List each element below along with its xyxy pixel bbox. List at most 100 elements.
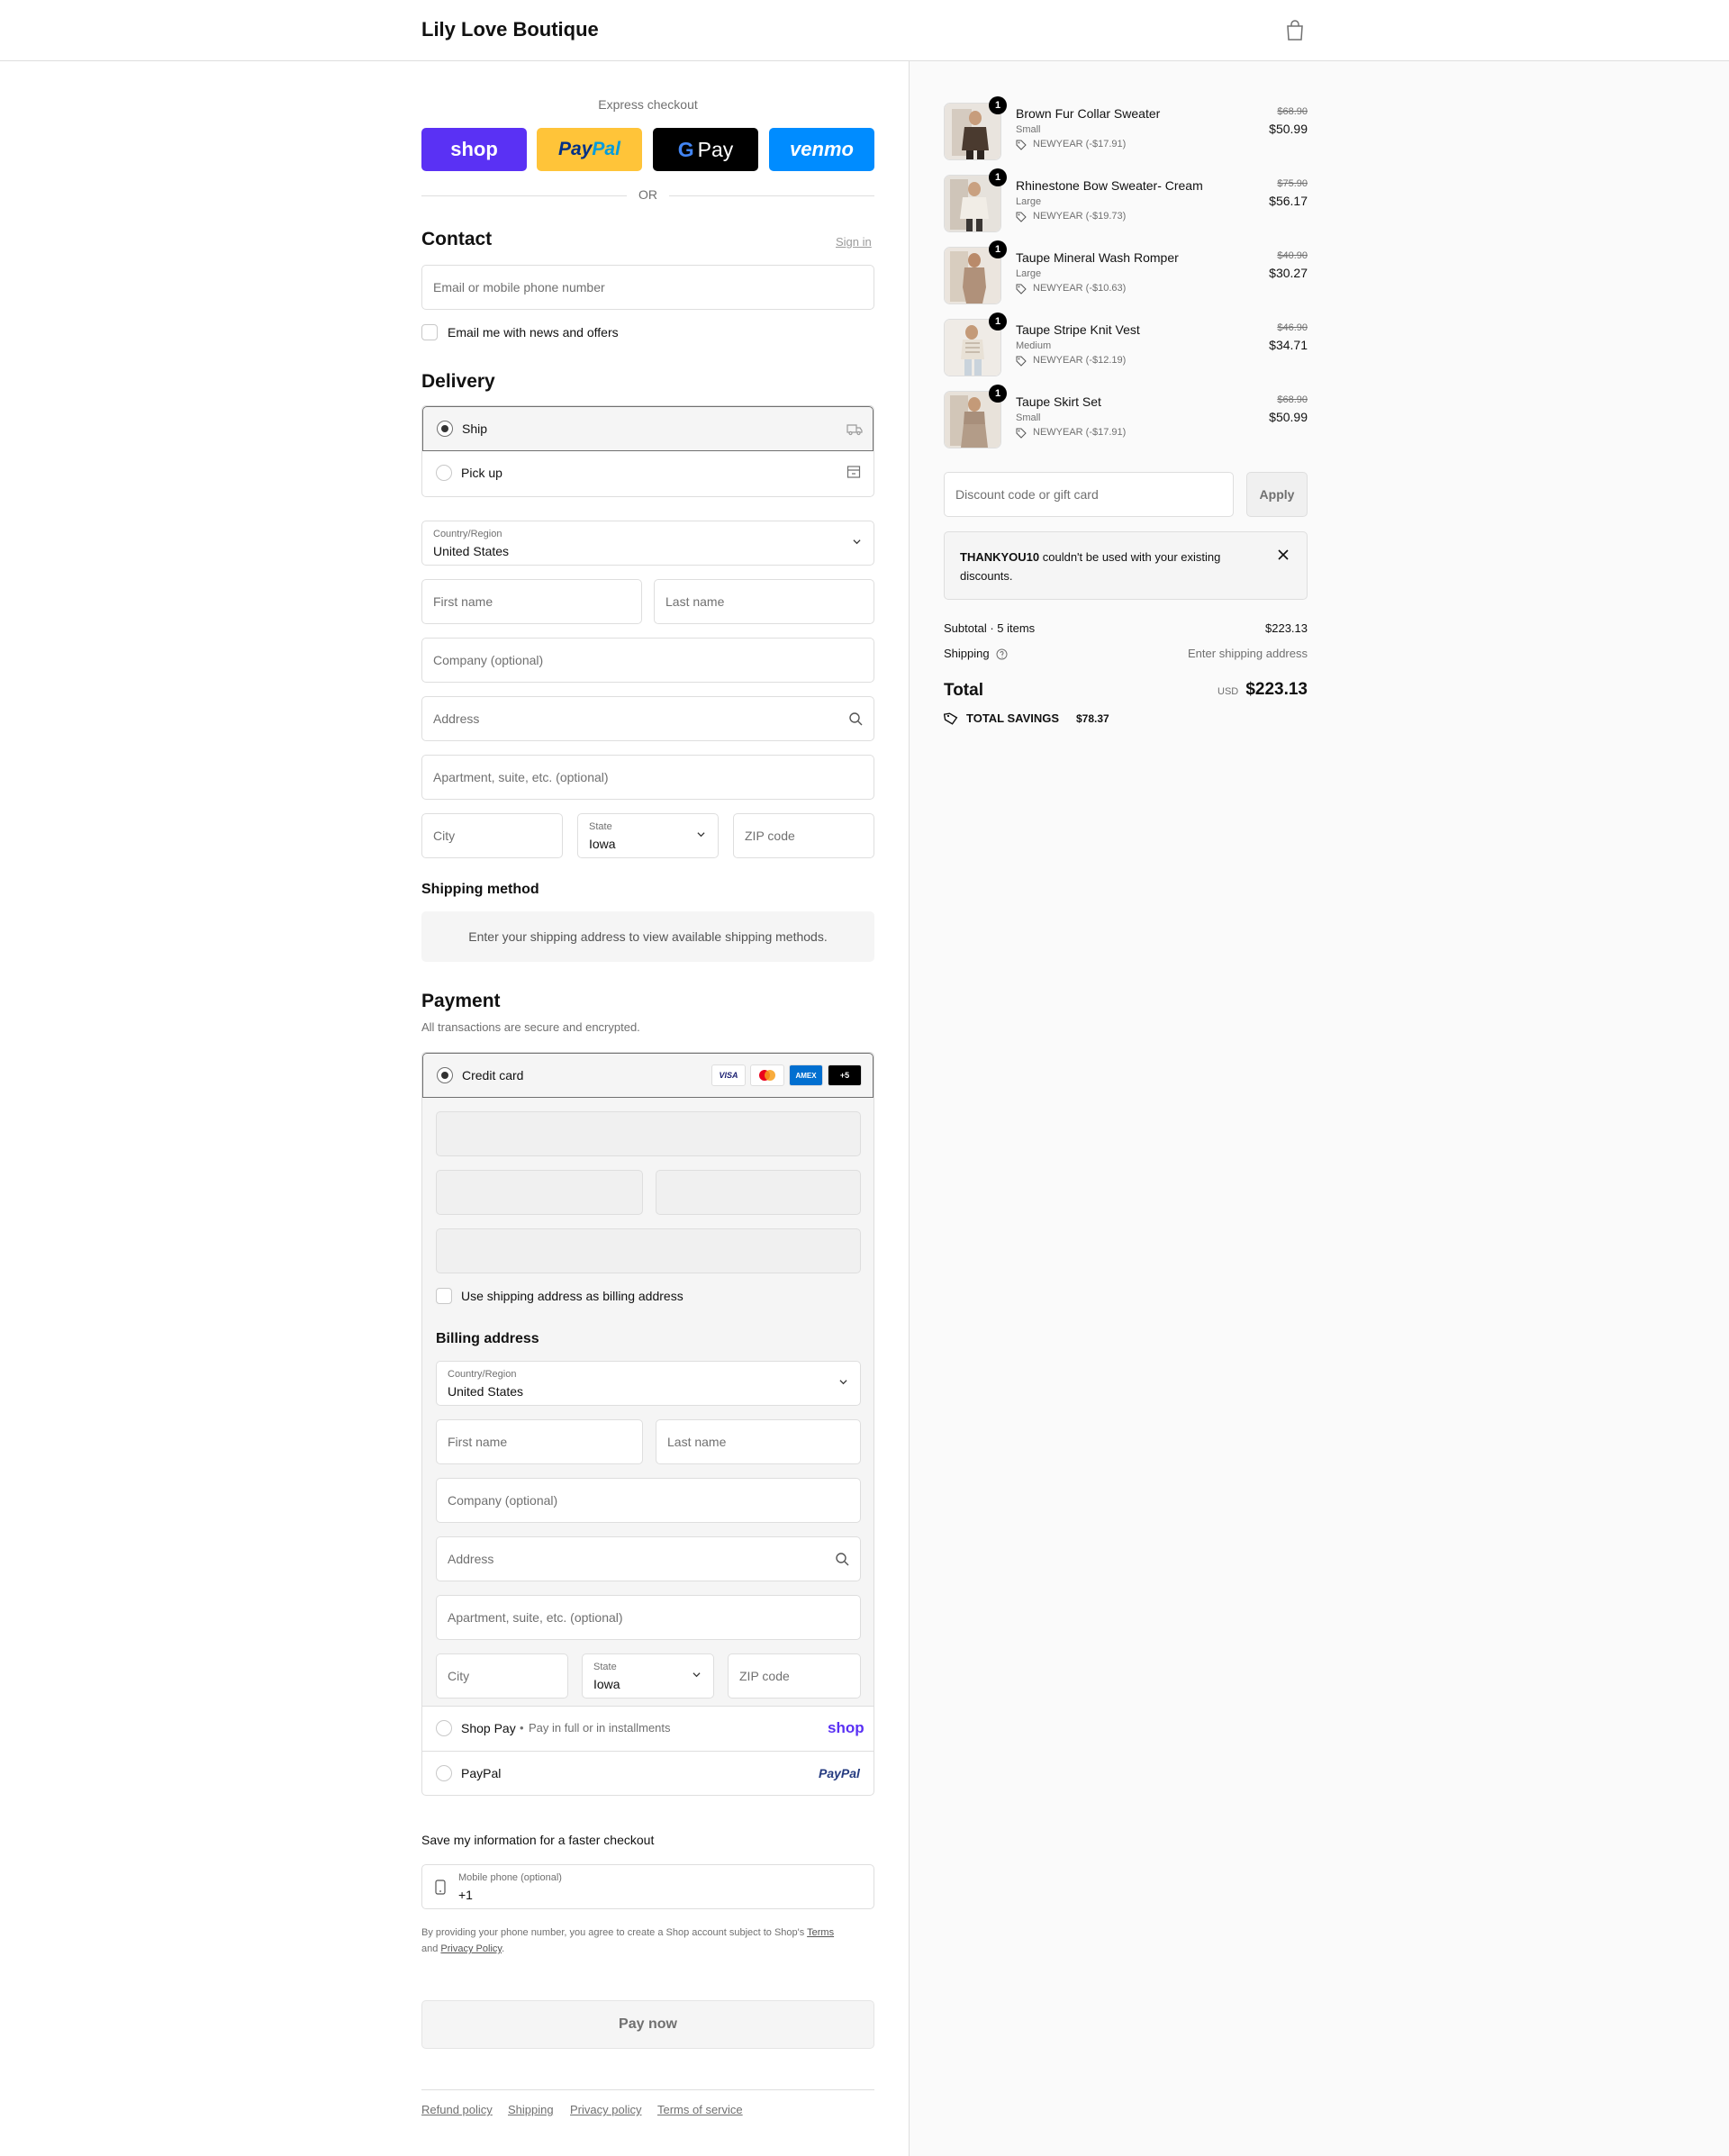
zip-field[interactable]: ZIP code [733,813,874,858]
product-variant: Large [1016,196,1042,207]
sign-in-link[interactable]: Sign in [836,235,872,249]
billing-city-placeholder: City [448,1669,470,1683]
shop-pay-radio[interactable] [436,1720,452,1736]
discount-code: NEWYEAR (-$17.91) [1033,139,1127,149]
pay-now-button[interactable]: Pay now [421,2000,874,2049]
company-placeholder: Company (optional) [433,653,544,667]
contact-heading: Contact [421,229,493,249]
terms-of-service-link[interactable]: Terms of service [657,2103,743,2116]
footer-divider [421,2089,874,2090]
refund-policy-link[interactable]: Refund policy [421,2103,493,2116]
city-field[interactable]: City [421,813,563,858]
product-name: Taupe Stripe Knit Vest [1016,322,1140,337]
express-checkout-label: Express checkout [598,97,698,112]
search-icon[interactable] [835,1552,849,1566]
email-field[interactable]: Email or mobile phone number [421,265,874,310]
mobile-phone-field[interactable]: Mobile phone (optional) +1 [421,1864,874,1909]
newsletter-checkbox[interactable] [421,324,438,340]
product-discount: NEWYEAR (-$19.73) [1016,211,1126,222]
credit-card-radio[interactable] [437,1067,453,1083]
shop-pay-logo: shop [828,1719,864,1736]
first-name-placeholder: First name [433,594,493,609]
privacy-policy-link[interactable]: Privacy policy [570,2103,641,2116]
tag-icon [1016,428,1027,439]
privacy-link[interactable]: Privacy Policy [440,1943,502,1954]
paypal-button[interactable]: Pay Pal [537,128,642,171]
quantity-badge: 1 [989,313,1007,331]
legal-text-1: By providing your phone number, you agre… [421,1927,805,1938]
shipping-link[interactable]: Shipping [508,2103,554,2116]
name-on-card-field[interactable] [436,1228,861,1273]
shopping-bag-icon[interactable] [1285,20,1305,41]
venmo-button[interactable]: venmo [769,128,874,171]
card-number-field[interactable] [436,1111,861,1156]
store-name[interactable]: Lily Love Boutique [421,18,599,41]
mobile-phone-label: Mobile phone (optional) [458,1872,562,1883]
quantity-badge: 1 [989,240,1007,258]
discount-code-field[interactable]: Discount code or gift card [944,472,1234,517]
billing-company-placeholder: Company (optional) [448,1493,558,1508]
ship-label: Ship [462,421,488,436]
original-price: $75.90 [1277,178,1308,189]
store-icon [846,466,861,478]
billing-state-select[interactable]: State Iowa [582,1653,714,1699]
ship-radio[interactable] [437,421,453,437]
first-name-field[interactable]: First name [421,579,642,624]
billing-city-field[interactable]: City [436,1653,568,1699]
billing-first-name-field[interactable]: First name [436,1419,643,1464]
original-price: $46.90 [1277,322,1308,333]
billing-heading: Billing address [436,1331,539,1346]
apply-button[interactable]: Apply [1246,472,1308,517]
google-pay-button[interactable]: G Pay [653,128,758,171]
shop-pay-option[interactable]: Shop Pay • Pay in full or in installment… [422,1707,874,1752]
company-field[interactable]: Company (optional) [421,638,874,683]
country-select[interactable]: Country/Region United States [421,521,874,566]
order-item: 1 Taupe Stripe Knit Vest Medium NEWYEAR … [944,313,1308,376]
use-shipping-checkbox[interactable] [436,1288,452,1304]
billing-apartment-field[interactable]: Apartment, suite, etc. (optional) [436,1595,861,1640]
sale-price: $30.27 [1269,266,1308,280]
close-icon[interactable] [1278,549,1289,560]
pickup-radio[interactable] [436,465,452,481]
legal-text: By providing your phone number, you agre… [421,1925,874,1957]
ship-option[interactable]: Ship [422,406,874,451]
billing-zip-field[interactable]: ZIP code [728,1653,861,1699]
billing-first-name-placeholder: First name [448,1435,508,1449]
subtotal-label: Subtotal · 5 items [944,621,1036,635]
chevron-down-icon [853,539,861,545]
billing-country-select[interactable]: Country/Region United States [436,1361,861,1406]
or-label: OR [638,187,657,202]
apartment-field[interactable]: Apartment, suite, etc. (optional) [421,755,874,800]
pickup-label: Pick up [461,466,502,480]
email-placeholder: Email or mobile phone number [433,280,605,294]
address-field[interactable]: Address [421,696,874,741]
shipping-label: Shipping [944,647,990,660]
discount-code: NEWYEAR (-$12.19) [1033,355,1127,366]
quantity-badge: 1 [989,96,1007,114]
search-icon[interactable] [848,711,863,726]
billing-last-name-field[interactable]: Last name [656,1419,861,1464]
shop-pay-button[interactable]: shop [421,128,527,171]
shipping-method-heading: Shipping method [421,882,539,897]
credit-card-option[interactable]: Credit card VISA AMEX +5 [422,1053,874,1098]
product-variant: Small [1016,124,1041,135]
last-name-field[interactable]: Last name [654,579,874,624]
original-price: $68.90 [1277,106,1308,117]
security-code-field[interactable] [656,1170,861,1215]
tag-icon [1016,284,1027,294]
sale-price: $56.17 [1269,194,1308,208]
chevron-down-icon [839,1380,847,1385]
state-select[interactable]: State Iowa [577,813,719,858]
billing-state-value: Iowa [593,1677,620,1691]
paypal-radio[interactable] [436,1765,452,1781]
billing-company-field[interactable]: Company (optional) [436,1478,861,1523]
shop-pay-label: Shop Pay [461,1721,516,1735]
paypal-option[interactable]: PayPal PayPal [422,1752,874,1795]
pickup-option[interactable]: Pick up [422,451,874,496]
notice-message-2: discounts. [960,569,1013,583]
billing-address-field[interactable]: Address [436,1536,861,1581]
help-icon[interactable] [996,648,1008,660]
expiration-field[interactable] [436,1170,643,1215]
terms-link[interactable]: Terms [807,1927,834,1938]
save-info-heading: Save my information for a faster checkou… [421,1833,655,1847]
